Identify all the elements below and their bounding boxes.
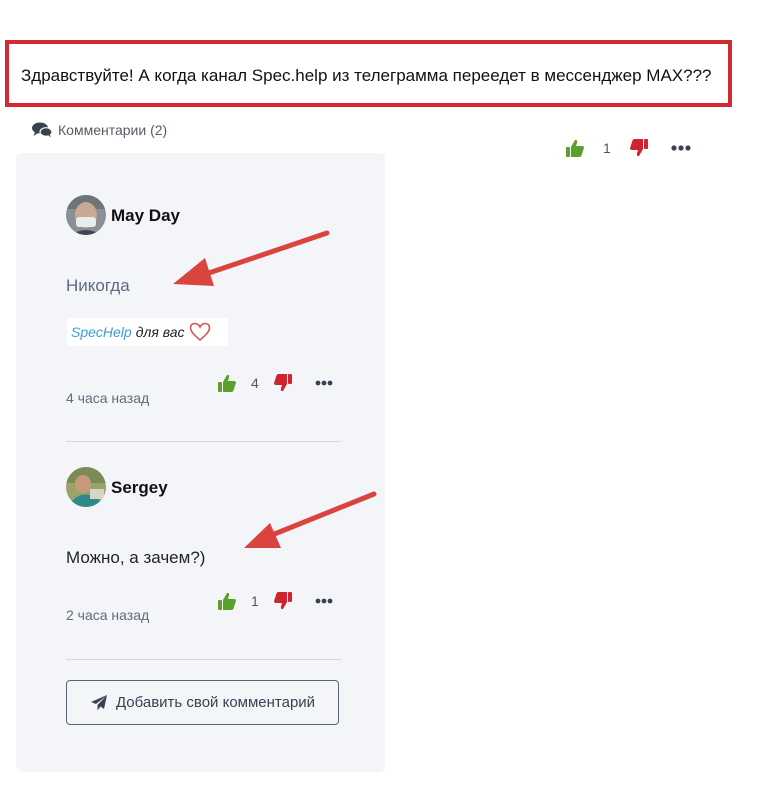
comments-icon <box>32 122 52 138</box>
thumbs-up-icon[interactable] <box>217 591 237 611</box>
post-votes: 1 <box>565 137 691 159</box>
comment-time: 2 часа назад <box>66 607 150 623</box>
avatar[interactable] <box>66 195 106 235</box>
heart-icon <box>189 322 211 342</box>
comment-text: Никогда <box>66 276 130 295</box>
add-comment-button[interactable]: Добавить свой комментарий <box>66 680 339 725</box>
post-text: Здравствуйте! А когда канал Spec.help из… <box>21 66 712 85</box>
comment-author[interactable]: Sergey <box>111 478 168 498</box>
comments-toggle[interactable]: Комментарии (2) <box>32 122 167 138</box>
comments-header-label: Комментарии (2) <box>58 122 168 138</box>
post-highlight-box: Здравствуйте! А когда канал Spec.help из… <box>5 40 732 107</box>
comment-votes: 1 <box>217 590 333 612</box>
signature-image: SpecHelp для вас <box>67 318 228 346</box>
post-vote-count: 1 <box>603 140 611 156</box>
thumbs-down-icon[interactable] <box>273 591 293 611</box>
comments-card: May Day Никогда SpecHelp для вас 4 часа … <box>16 153 385 772</box>
comment-votes: 4 <box>217 372 333 394</box>
more-icon[interactable] <box>315 380 333 386</box>
thumbs-down-icon[interactable] <box>273 373 293 393</box>
comment-time: 4 часа назад <box>66 390 150 406</box>
comment-divider <box>66 441 341 442</box>
thumbs-up-icon[interactable] <box>565 138 585 158</box>
comment-divider <box>66 659 341 660</box>
more-icon[interactable] <box>315 598 333 604</box>
comment-author[interactable]: May Day <box>111 206 180 226</box>
add-comment-label: Добавить свой комментарий <box>115 694 316 711</box>
more-icon[interactable] <box>671 145 691 151</box>
thumbs-down-icon[interactable] <box>629 138 649 158</box>
comment-text: Можно, а зачем?) <box>66 548 206 567</box>
comment-like-count: 1 <box>251 593 259 609</box>
comment-like-count: 4 <box>251 375 259 391</box>
signature-text: для вас <box>135 324 185 340</box>
avatar[interactable] <box>66 467 106 507</box>
thumbs-up-icon[interactable] <box>217 373 237 393</box>
signature-brand: SpecHelp <box>71 324 132 340</box>
paper-plane-icon <box>90 694 108 712</box>
